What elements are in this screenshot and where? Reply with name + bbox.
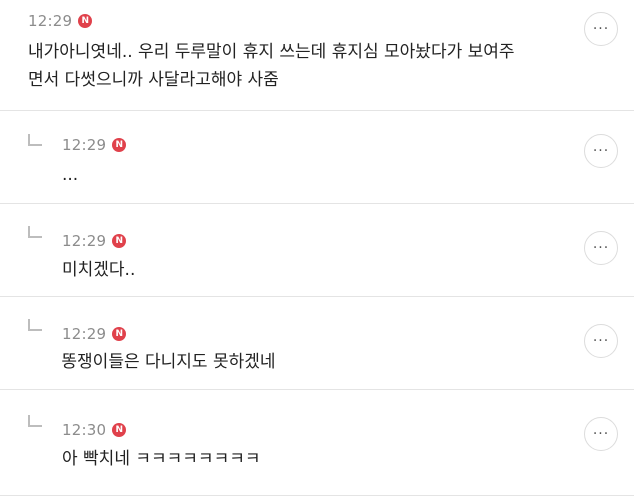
comment-thread: 12:29 N 내가아니엿네.. 우리 두루말이 휴지 쓰는데 휴지심 모아놨다…	[0, 0, 634, 499]
reply-arrow-icon	[28, 319, 42, 331]
n-badge-icon: N	[112, 138, 127, 152]
n-badge-icon: N	[112, 234, 127, 248]
reply-item: 12:30 N 아 빡치네 ㅋㅋㅋㅋㅋㅋㅋㅋ ···	[0, 390, 634, 499]
more-options-icon[interactable]: ···	[584, 324, 618, 358]
comment-time: 12:29	[62, 136, 107, 154]
n-badge-icon: N	[112, 423, 127, 437]
comment-time: 12:29	[62, 325, 107, 343]
comment-time: 12:29	[62, 232, 107, 250]
reply-arrow-icon	[28, 415, 42, 427]
comment-meta: 12:30 N	[62, 421, 127, 439]
comment-time: 12:30	[62, 421, 107, 439]
reply-arrow-icon	[28, 226, 42, 238]
comment-text: 내가아니엿네.. 우리 두루말이 휴지 쓰는데 휴지심 모아놨다가 보여주 면서…	[28, 42, 515, 90]
comment-text: ...	[62, 165, 79, 185]
reply-item: 12:29 N ... ···	[0, 111, 634, 203]
reply-item: 12:29 N 똥쟁이들은 다니지도 못하겠네 ···	[0, 297, 634, 389]
reply-item: 12:29 N 미치겠다.. ···	[0, 204, 634, 296]
comment-meta: 12:29 N	[62, 325, 127, 343]
reply-arrow-icon	[28, 134, 42, 146]
n-badge-icon: N	[112, 327, 127, 341]
comment-meta: 12:29 N	[28, 12, 93, 30]
comment-text: 똥쟁이들은 다니지도 못하겠네	[56, 352, 276, 372]
comment-meta: 12:29 N	[62, 232, 127, 250]
n-badge-icon: N	[78, 14, 93, 28]
comment-text: 아 빡치네 ㅋㅋㅋㅋㅋㅋㅋㅋ	[62, 449, 261, 469]
more-options-icon[interactable]: ···	[584, 417, 618, 451]
more-options-icon[interactable]: ···	[584, 134, 618, 168]
comment-meta: 12:29 N	[62, 136, 127, 154]
comment-item: 12:29 N 내가아니엿네.. 우리 두루말이 휴지 쓰는데 휴지심 모아놨다…	[0, 0, 634, 110]
comment-text: 미치겠다..	[62, 260, 136, 280]
more-options-icon[interactable]: ···	[584, 231, 618, 265]
comment-time: 12:29	[28, 12, 73, 30]
divider	[0, 495, 634, 496]
more-options-icon[interactable]: ···	[584, 12, 618, 46]
